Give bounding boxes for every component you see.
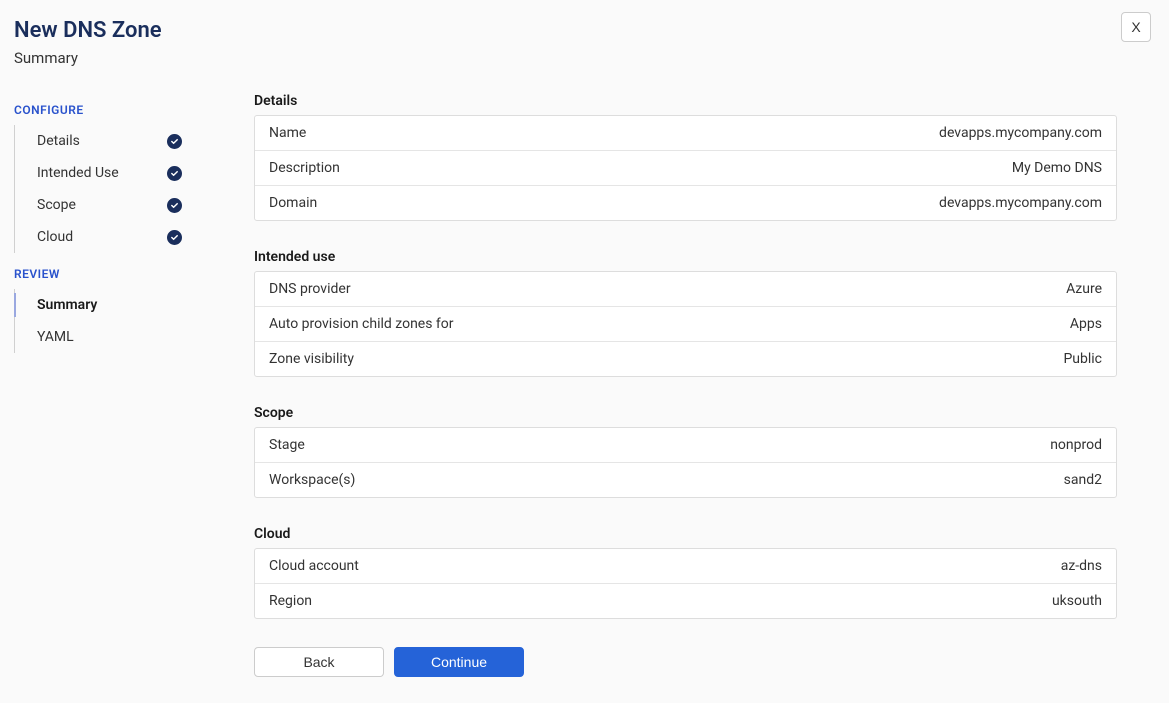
section-heading-details: Details [254,93,1117,109]
section-heading-scope: Scope [254,405,1117,421]
sidebar-section-review: REVIEW [14,267,254,281]
continue-button[interactable]: Continue [394,647,524,677]
row-value: devapps.mycompany.com [939,195,1102,211]
table-row: Domain devapps.mycompany.com [255,186,1116,220]
page-subtitle: Summary [14,49,1155,67]
row-key: Stage [269,437,305,453]
table-row: Zone visibility Public [255,342,1116,376]
sidebar: CONFIGURE Details Intended Use Scope [14,93,254,697]
sidebar-item-label: Scope [37,197,76,213]
table-row: Region uksouth [255,584,1116,618]
row-value: Azure [1066,281,1102,297]
summary-table-intended-use: DNS provider Azure Auto provision child … [254,271,1117,377]
check-circle-icon [167,198,182,213]
sidebar-item-label: Details [37,133,80,149]
row-key: Cloud account [269,558,359,574]
close-button[interactable]: X [1121,12,1151,42]
close-icon: X [1131,19,1140,35]
check-circle-icon [167,134,182,149]
row-key: Auto provision child zones for [269,316,454,332]
main-content: Details Name devapps.mycompany.com Descr… [254,93,1155,697]
nav-group-review: Summary YAML [14,289,254,353]
page-title: New DNS Zone [14,18,1155,43]
sidebar-item-yaml[interactable]: YAML [15,321,254,353]
table-row: DNS provider Azure [255,272,1116,307]
section-heading-cloud: Cloud [254,526,1117,542]
summary-table-scope: Stage nonprod Workspace(s) sand2 [254,427,1117,498]
check-circle-icon [167,166,182,181]
table-row: Stage nonprod [255,428,1116,463]
row-key: Zone visibility [269,351,354,367]
back-button[interactable]: Back [254,647,384,677]
row-value: devapps.mycompany.com [939,125,1102,141]
table-row: Auto provision child zones for Apps [255,307,1116,342]
sidebar-item-label: Summary [37,297,97,313]
summary-table-cloud: Cloud account az-dns Region uksouth [254,548,1117,619]
row-value: sand2 [1064,472,1102,488]
sidebar-item-label: YAML [37,329,74,345]
section-heading-intended-use: Intended use [254,249,1117,265]
row-value: uksouth [1052,593,1102,609]
row-value: Public [1063,351,1102,367]
check-circle-icon [167,230,182,245]
row-key: Name [269,125,306,141]
row-key: DNS provider [269,281,351,297]
summary-table-details: Name devapps.mycompany.com Description M… [254,115,1117,221]
table-row: Description My Demo DNS [255,151,1116,186]
sidebar-item-cloud[interactable]: Cloud [15,221,254,253]
footer-actions: Back Continue [254,647,1117,677]
row-key: Domain [269,195,317,211]
table-row: Workspace(s) sand2 [255,463,1116,497]
sidebar-item-details[interactable]: Details [15,125,254,157]
sidebar-item-label: Cloud [37,229,73,245]
sidebar-item-scope[interactable]: Scope [15,189,254,221]
row-value: az-dns [1061,558,1102,574]
row-key: Workspace(s) [269,472,355,488]
row-value: Apps [1070,316,1102,332]
sidebar-section-configure: CONFIGURE [14,103,254,117]
table-row: Name devapps.mycompany.com [255,116,1116,151]
sidebar-item-intended-use[interactable]: Intended Use [15,157,254,189]
row-value: My Demo DNS [1012,160,1102,176]
row-key: Region [269,593,312,609]
row-value: nonprod [1050,437,1102,453]
sidebar-item-summary[interactable]: Summary [15,289,254,321]
nav-group-configure: Details Intended Use Scope Cloud [14,125,254,253]
row-key: Description [269,160,340,176]
table-row: Cloud account az-dns [255,549,1116,584]
sidebar-item-label: Intended Use [37,165,119,181]
